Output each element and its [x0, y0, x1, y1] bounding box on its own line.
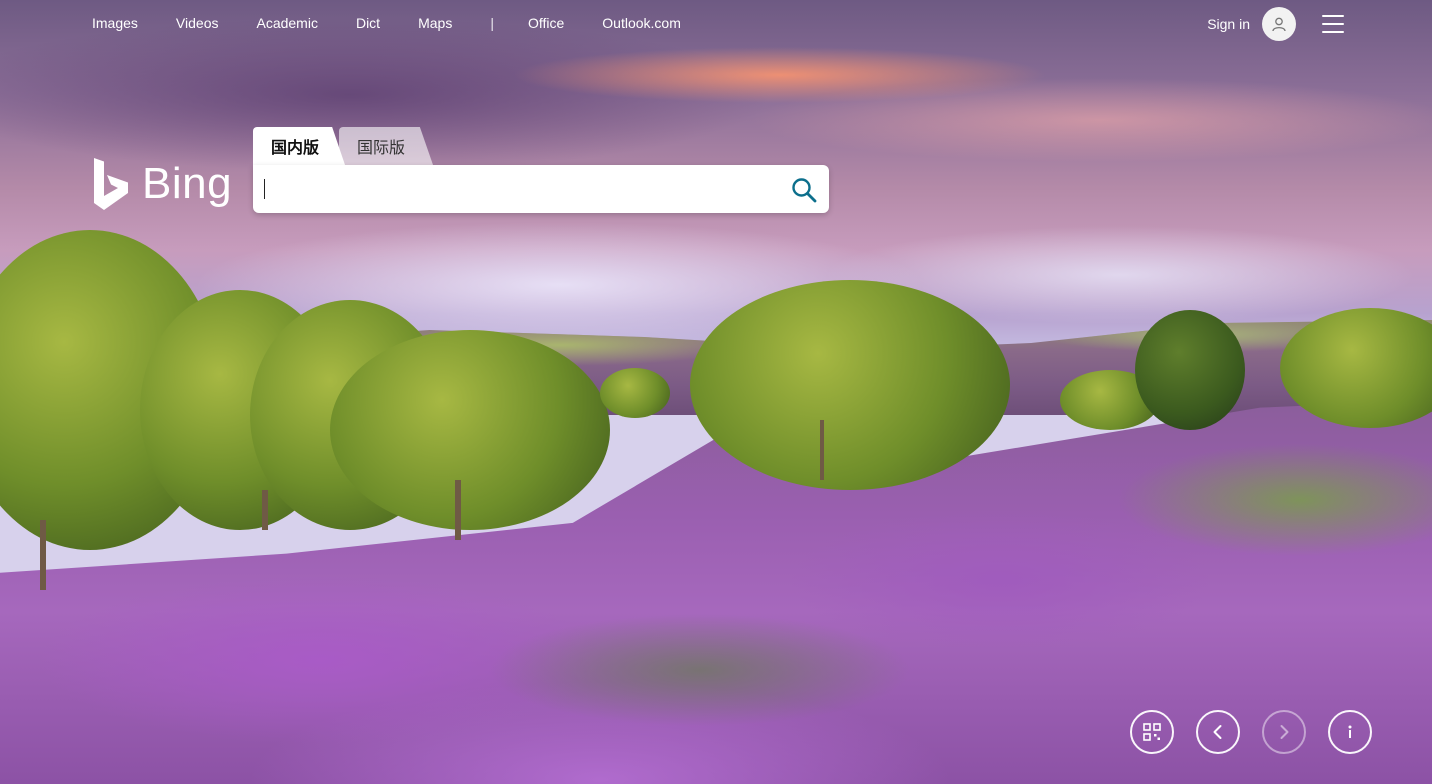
nav-link-dict[interactable]: Dict — [356, 15, 380, 31]
nav-link-outlook[interactable]: Outlook.com — [602, 15, 681, 31]
bing-wordmark: Bing — [142, 159, 233, 208]
nav-links: Images Videos Academic Dict Maps | Offic… — [92, 15, 719, 31]
nav-link-videos[interactable]: Videos — [176, 15, 219, 31]
nav-link-office[interactable]: Office — [528, 15, 564, 31]
bing-b-icon — [94, 158, 128, 210]
qr-code-icon — [1143, 723, 1161, 741]
info-icon — [1348, 725, 1352, 738]
sign-in-link[interactable]: Sign in — [1207, 16, 1250, 32]
menu-button[interactable] — [1322, 15, 1344, 33]
qr-code-button[interactable] — [1130, 710, 1174, 754]
nav-link-maps[interactable]: Maps — [418, 15, 452, 31]
user-avatar-button[interactable] — [1262, 7, 1296, 41]
chevron-left-icon — [1213, 725, 1222, 739]
tab-domestic[interactable]: 国内版 — [253, 127, 346, 165]
chevron-right-icon — [1280, 725, 1289, 739]
nav-link-academic[interactable]: Academic — [256, 15, 317, 31]
image-controls — [1108, 710, 1372, 754]
hamburger-icon — [1322, 15, 1344, 17]
user-icon — [1272, 17, 1286, 32]
nav-link-images[interactable]: Images — [92, 15, 138, 31]
text-caret — [264, 179, 265, 199]
account-area: Sign in — [1207, 7, 1344, 41]
tab-international[interactable]: 国际版 — [339, 127, 434, 165]
image-info-button[interactable] — [1328, 710, 1372, 754]
search-input[interactable] — [263, 173, 777, 207]
search-region-tabs: 国内版 国际版 — [253, 127, 434, 165]
bing-logo[interactable]: Bing — [92, 158, 232, 210]
nav-separator: | — [490, 15, 494, 31]
search-button[interactable] — [789, 175, 819, 205]
search-box — [253, 165, 829, 213]
next-image-button[interactable] — [1262, 710, 1306, 754]
search-icon — [792, 178, 817, 203]
bing-homepage: Images Videos Academic Dict Maps | Offic… — [0, 0, 1432, 784]
previous-image-button[interactable] — [1196, 710, 1240, 754]
top-nav: Images Videos Academic Dict Maps | Offic… — [0, 0, 1432, 46]
